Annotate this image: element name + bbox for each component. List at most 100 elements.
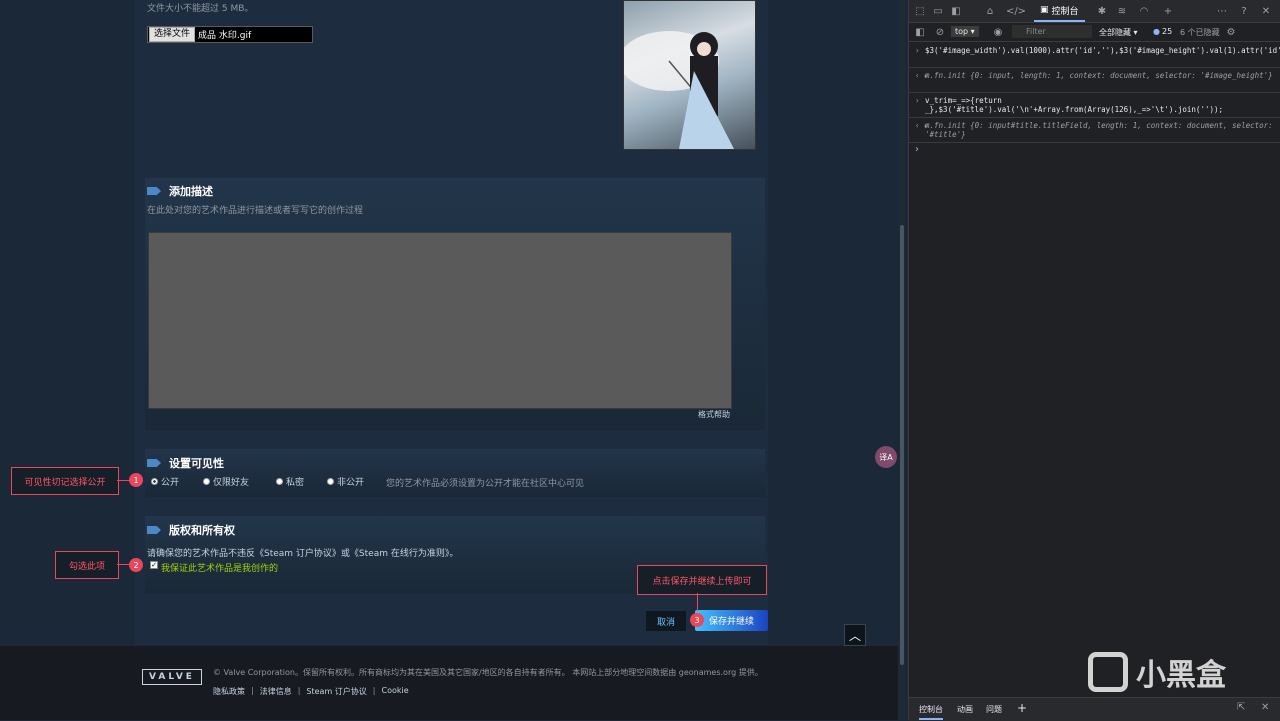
drawer-tab-animations[interactable]: 动画 <box>957 704 973 715</box>
annotation-1: 可见性切记选择公开 <box>11 467 119 495</box>
help-icon[interactable]: ? <box>1237 4 1251 18</box>
add-drawer-tab-icon[interactable]: + <box>1017 701 1027 715</box>
performance-icon[interactable]: ◠ <box>1137 4 1151 18</box>
log-levels-dropdown[interactable]: 全部隐藏 ▾ <box>1099 27 1138 38</box>
sidebar-icon[interactable]: ◧ <box>913 25 927 39</box>
radio-label: 公开 <box>161 478 180 488</box>
inspect-icon[interactable]: ⬚ <box>913 4 927 18</box>
drawer-tab-issues[interactable]: 问题 <box>986 704 1002 715</box>
annotation-3-number: 3 <box>690 613 704 627</box>
console-filter-bar: ◧ ⊘ top ▾ ◉ Filter 全部隐藏 ▾ ● 25 6 个已隐藏 ⚙ <box>909 23 1280 42</box>
footer-links: 隐私政策 | 法律信息 | Steam 订户协议 | Cookie <box>213 686 409 697</box>
console-line: ‹ ▸ m.fn.init {0: input, length: 1, cont… <box>909 69 1280 93</box>
radio-dot[interactable] <box>276 478 283 485</box>
console-line: ‹ ▸ m.fn.init {0: input#title.titleField… <box>909 119 1280 143</box>
settings-icon[interactable]: ⚙ <box>1224 25 1238 39</box>
close-drawer-icon[interactable]: ✕ <box>1261 702 1269 713</box>
context-select[interactable]: top ▾ <box>951 26 979 37</box>
annotation-3-line <box>697 593 698 611</box>
clear-console-icon[interactable]: ⊘ <box>933 25 947 39</box>
add-tab-icon[interactable]: + <box>1161 4 1175 18</box>
dock-icon[interactable]: ◧ <box>949 4 963 18</box>
steam-page: 文件大小不能超过 5 MB。 选择文件 成品 水印.gif 添加描述 在此处对您… <box>0 0 905 720</box>
watermark: 小黑盒 <box>1088 650 1226 694</box>
subscriber-agreement-link[interactable]: Steam 订户协议 <box>306 686 366 697</box>
console-line: › v_trim=_=>{return _},$3('#title').val(… <box>909 94 1280 118</box>
privacy-policy-link[interactable]: 隐私政策 <box>213 686 245 697</box>
tab-console[interactable]: ▣ 控制台 <box>1034 0 1085 22</box>
divider: | <box>251 686 254 695</box>
footer-copyright: © Valve Corporation。保留所有权利。所有商标均为其在美国及其它… <box>213 668 763 677</box>
scroll-to-top-button[interactable]: ︿ <box>844 624 866 646</box>
description-textarea[interactable] <box>148 232 732 409</box>
devtools-panel: ⬚ ▭ ◧ ⌂ </> ▣ 控制台 ✱ ≋ ◠ + ⋯ ? ✕ ◧ ⊘ top … <box>908 0 1280 721</box>
eye-icon[interactable]: ◉ <box>991 25 1005 39</box>
dock-drawer-icon[interactable]: ⇱ <box>1237 702 1245 713</box>
log-levels-value: 全部隐藏 <box>1099 28 1131 37</box>
file-size-hint: 文件大小不能超过 5 MB。 <box>147 4 254 14</box>
file-name: 成品 水印.gif <box>198 31 252 41</box>
radio-dot[interactable] <box>203 478 210 485</box>
agreement-text: 请确保您的艺术作品不违反《Steam 订户协议》或《Steam 在线行为准则》。 <box>147 549 459 559</box>
radio-label: 仅限好友 <box>213 478 250 488</box>
radio-public[interactable]: 公开 <box>151 475 179 488</box>
elements-icon[interactable]: </> <box>1006 4 1026 18</box>
radio-unlisted[interactable]: 非公开 <box>327 475 364 488</box>
ownership-checkbox-label[interactable]: 我保证此艺术作品是我创作的 <box>161 561 278 574</box>
radio-dot[interactable] <box>151 478 158 485</box>
console-line-text[interactable]: m.fn.init {0: input#title.titleField, le… <box>925 121 1273 139</box>
description-subtitle: 在此处对您的艺术作品进行描述或者写写它的创作过程 <box>147 206 364 216</box>
annotation-3: 点击保存并继续上传即可 <box>637 565 767 595</box>
legal-info-link[interactable]: 法律信息 <box>260 686 292 697</box>
copyright-heading: 版权和所有权 <box>147 522 235 538</box>
result-icon: ‹ ▸ <box>915 121 929 130</box>
issues-count[interactable]: 25 <box>1162 27 1172 36</box>
more-icon[interactable]: ⋯ <box>1215 4 1229 18</box>
description-heading: 添加描述 <box>147 183 213 199</box>
prompt-icon: › <box>915 46 920 55</box>
chevron-up-icon: ︿ <box>848 628 861 643</box>
divider: | <box>372 686 376 695</box>
annotation-1-number: 1 <box>129 473 143 487</box>
cancel-button[interactable]: 取消 <box>646 611 686 631</box>
issues-icon[interactable]: ● <box>1153 27 1160 36</box>
valve-logo[interactable]: VALVE <box>142 669 202 685</box>
console-prompt[interactable]: › <box>915 144 919 155</box>
cookie-link[interactable]: Cookie <box>381 686 408 697</box>
console-filter-input[interactable]: Filter <box>1012 25 1092 38</box>
radio-dot[interactable] <box>327 478 334 485</box>
choose-file-button[interactable]: 选择文件 <box>149 27 196 42</box>
devtools-drawer-tabs: 控制台 动画 问题 + ⇱ ✕ <box>909 697 1280 721</box>
description-title: 添加描述 <box>169 185 213 198</box>
radio-friends-only[interactable]: 仅限好友 <box>203 475 249 488</box>
visibility-note: 您的艺术作品必须设置为公开才能在社区中心可见 <box>386 479 585 489</box>
close-icon[interactable]: ✕ <box>1259 4 1273 18</box>
welcome-icon[interactable]: ⌂ <box>983 4 997 18</box>
visibility-section <box>145 449 765 497</box>
drawer-tab-console[interactable]: 控制台 <box>919 704 943 720</box>
translate-float-button[interactable]: 译A <box>875 446 897 468</box>
artwork-preview-image <box>623 0 756 150</box>
console-line-text: v_trim=_=>{return _},$3('#title').val('\… <box>925 96 1224 114</box>
context-select-value: top <box>955 27 969 36</box>
file-input[interactable]: 选择文件 成品 水印.gif <box>147 26 313 43</box>
hidden-count: 6 个已隐藏 <box>1180 28 1220 37</box>
network-icon[interactable]: ≋ <box>1115 4 1129 18</box>
save-and-continue-button[interactable]: 保存并继续 <box>695 610 768 631</box>
visibility-heading: 设置可见性 <box>147 455 224 471</box>
flag-icon <box>147 526 161 534</box>
watermark-text: 小黑盒 <box>1136 658 1226 693</box>
prompt-icon: › <box>915 96 920 105</box>
bug-icon[interactable]: ✱ <box>1095 4 1109 18</box>
ownership-checkbox[interactable]: ✓ <box>150 561 158 569</box>
radio-label: 私密 <box>286 478 305 488</box>
console-line-text[interactable]: m.fn.init {0: input, length: 1, context:… <box>925 71 1273 80</box>
devtools-toolbar: ⬚ ▭ ◧ ⌂ </> ▣ 控制台 ✱ ≋ ◠ + ⋯ ? ✕ <box>909 0 1280 23</box>
page-scrollbar-thumb[interactable] <box>900 225 904 665</box>
flag-icon <box>147 459 161 467</box>
format-help-link[interactable]: 格式帮助 <box>698 409 730 420</box>
device-toolbar-icon[interactable]: ▭ <box>931 4 945 18</box>
radio-private[interactable]: 私密 <box>276 475 304 488</box>
radio-label: 非公开 <box>337 478 365 488</box>
divider: | <box>297 686 301 695</box>
